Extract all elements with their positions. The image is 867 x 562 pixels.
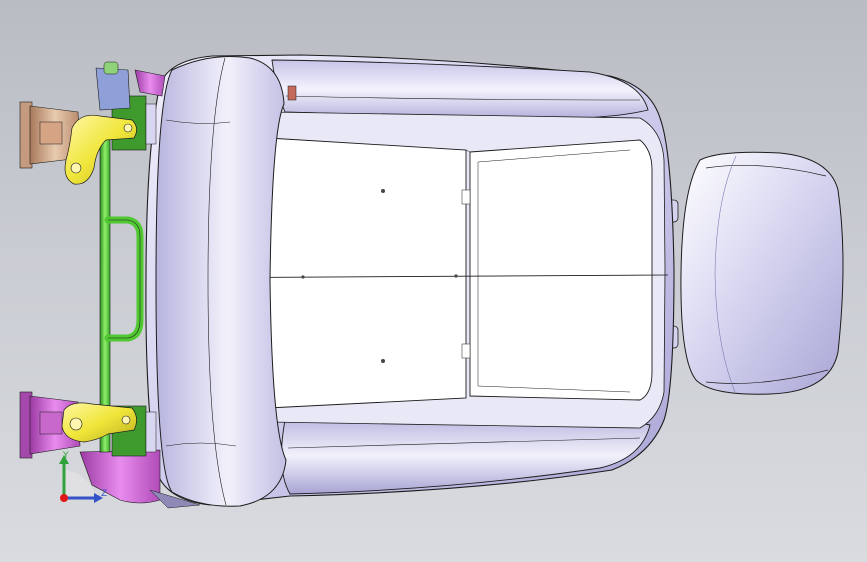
frame-rail [99, 131, 111, 453]
recliner-housing [95, 67, 131, 111]
x-axis [60, 494, 68, 502]
y-axis-label: Y [63, 451, 69, 461]
coordinate-triad-icon: Y Z [50, 452, 110, 508]
bolster-bottom [281, 416, 651, 495]
front-roll-shape [155, 56, 287, 507]
trim-cover-top [134, 69, 166, 97]
frame-handle [104, 216, 144, 342]
z-axis-label: Z [101, 489, 108, 499]
cad-viewport[interactable]: Y Z [0, 0, 867, 562]
bolster-top [271, 59, 649, 120]
headrest[interactable] [661, 151, 844, 395]
headrest-cushion [680, 151, 844, 395]
cushion-panel [267, 137, 467, 409]
backrest-panel [469, 139, 653, 401]
seat-model [19, 54, 844, 509]
triad-axes [59, 455, 103, 503]
